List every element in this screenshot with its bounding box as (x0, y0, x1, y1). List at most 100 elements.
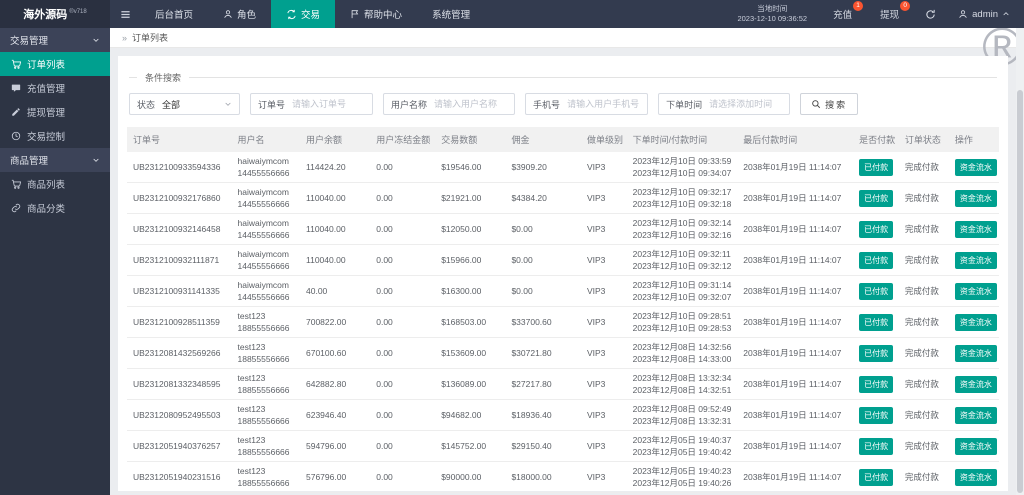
paid-status-button[interactable]: 已付款 (859, 189, 894, 207)
commission-cell: $33700.60 (505, 306, 581, 338)
col-level: 做单级别 (580, 127, 627, 152)
paid-cell: 已付款 (853, 399, 899, 431)
pay-time-text: 2023年12月10日 09:32:16 (632, 230, 732, 240)
actions-cell: 资金流水 (948, 213, 999, 245)
last-pay-time-cell: 2038年01月19日 11:14:07 (737, 399, 854, 431)
sidebar-item-goods-category[interactable]: 商品分类 (0, 196, 110, 220)
order-time-input[interactable] (709, 99, 790, 109)
app-logo-version: ®v718 (69, 8, 87, 15)
phone-input[interactable] (567, 99, 648, 109)
menu-item-system[interactable]: 系统管理 (417, 0, 485, 28)
order-time-text: 2023年12月08日 14:32:56 (632, 342, 732, 352)
col-order-pay-time: 下单时间/付款时间 (626, 127, 738, 152)
scrollbar-thumb[interactable] (1017, 90, 1023, 493)
fund-flow-button[interactable]: 资金流水 (954, 468, 997, 486)
level-cell: VIP3 (580, 244, 627, 276)
table-row: UB2312100932146458 haiwaiymcom 144555566… (127, 213, 999, 245)
fund-flow-button[interactable]: 资金流水 (954, 251, 997, 269)
sidebar-item-withdraw[interactable]: 提现管理 (0, 100, 110, 124)
order-time-text: 2023年12月08日 09:52:49 (632, 404, 732, 414)
paid-status-button[interactable]: 已付款 (859, 282, 894, 300)
sidebar-item-trade-control[interactable]: 交易控制 (0, 124, 110, 148)
user-cell: test123 18855556666 (231, 461, 300, 493)
fund-flow-button[interactable]: 资金流水 (954, 437, 997, 455)
menu-item-help[interactable]: 帮助中心 (335, 0, 417, 28)
paid-status-button[interactable]: 已付款 (859, 406, 894, 424)
last-pay-time-cell: 2038年01月19日 11:14:07 (737, 152, 854, 183)
fund-flow-button[interactable]: 资金流水 (954, 282, 997, 300)
actions-cell: 资金流水 (948, 430, 999, 462)
table-row: UB2312081432569266 test123 18855556666 6… (127, 337, 999, 369)
paid-status-button[interactable]: 已付款 (859, 344, 894, 362)
user-name-text: test123 (237, 311, 266, 321)
paid-status-button[interactable]: 已付款 (859, 220, 894, 238)
frozen-cell: 0.00 (370, 399, 436, 431)
status-select[interactable]: 状态 全部 (129, 93, 241, 115)
commission-cell: $30721.80 (505, 337, 581, 369)
order-pay-time-cell: 2023年12月05日 19:40:37 2023年12月05日 19:40:4… (626, 430, 738, 462)
sidebar-group-trade[interactable]: 交易管理 (0, 28, 110, 52)
actions-cell: 资金流水 (948, 275, 999, 307)
user-cell: haiwaiymcom 14455556666 (231, 152, 300, 183)
commission-cell: $3909.20 (505, 152, 581, 183)
user-name-text: test123 (237, 404, 266, 414)
user-phone-text: 14455556666 (237, 230, 290, 240)
commission-cell: $18000.00 (505, 461, 581, 493)
order-no-cell: UB2312100931141335 (127, 275, 232, 307)
fund-flow-button[interactable]: 资金流水 (954, 406, 997, 424)
withdraw-badge: 0 (900, 1, 911, 11)
user-name-input[interactable] (434, 99, 515, 109)
sidebar-item-order-list[interactable]: 订单列表 (0, 52, 110, 76)
paid-status-button[interactable]: 已付款 (859, 251, 894, 269)
user-name-text: haiwaiymcom (237, 218, 290, 228)
exchange-icon (287, 9, 296, 19)
paid-status-button[interactable]: 已付款 (859, 313, 894, 331)
paid-cell: 已付款 (853, 337, 899, 369)
level-cell: VIP3 (580, 399, 627, 431)
menu-item-trade[interactable]: 交易 (271, 0, 336, 28)
last-pay-time-cell: 2038年01月19日 11:14:07 (737, 368, 854, 400)
fund-flow-button[interactable]: 资金流水 (954, 344, 997, 362)
sidebar-item-recharge[interactable]: 充值管理 (0, 76, 110, 100)
menu-item-label: 帮助中心 (364, 10, 403, 21)
phone-label: 手机号 (533, 99, 561, 110)
refresh-button[interactable] (913, 0, 948, 28)
amount-cell: $12050.00 (435, 213, 506, 245)
fund-flow-button[interactable]: 资金流水 (954, 189, 997, 207)
balance-cell: 700822.00 (300, 306, 371, 338)
paid-status-button[interactable]: 已付款 (859, 375, 894, 393)
recharge-button[interactable]: 充值 1 (819, 0, 866, 28)
level-cell: VIP3 (580, 306, 627, 338)
menu-item-label: 交易 (301, 10, 321, 21)
menu-item-role[interactable]: 角色 (208, 0, 271, 28)
fund-flow-button[interactable]: 资金流水 (954, 220, 997, 238)
order-no-input[interactable] (292, 99, 373, 109)
recharge-label: 充值 (833, 10, 853, 21)
sidebar-toggle-button[interactable] (110, 0, 140, 28)
user-name-text: haiwaiymcom (237, 249, 290, 259)
balance-cell: 110040.00 (300, 213, 371, 245)
amount-cell: $145752.00 (435, 430, 506, 462)
local-time-label: 当地时间 (757, 3, 788, 13)
search-legend: 条件搜索 (145, 73, 182, 83)
withdraw-button[interactable]: 提现 0 (866, 0, 913, 28)
app-logo-text: 海外源码 (23, 9, 68, 21)
fund-flow-button[interactable]: 资金流水 (954, 375, 997, 393)
fund-flow-button[interactable]: 资金流水 (954, 158, 997, 176)
sidebar-item-goods-list[interactable]: 商品列表 (0, 172, 110, 196)
sidebar-group-goods[interactable]: 商品管理 (0, 148, 110, 172)
commission-cell: $0.00 (505, 275, 581, 307)
paid-status-button[interactable]: 已付款 (859, 437, 894, 455)
menu-item-home[interactable]: 后台首页 (140, 0, 208, 28)
paid-cell: 已付款 (853, 182, 899, 214)
search-button[interactable]: 搜索 (800, 93, 859, 115)
last-pay-time-cell: 2038年01月19日 11:14:07 (737, 275, 854, 307)
paid-status-button[interactable]: 已付款 (859, 158, 894, 176)
user-menu[interactable]: admin (948, 0, 1024, 28)
order-no-cell: UB2312081332348595 (127, 368, 232, 400)
col-commission: 佣金 (505, 127, 581, 152)
paid-status-button[interactable]: 已付款 (859, 468, 894, 486)
fund-flow-button[interactable]: 资金流水 (954, 313, 997, 331)
frozen-cell: 0.00 (370, 461, 436, 493)
vertical-scrollbar[interactable] (1016, 28, 1024, 495)
